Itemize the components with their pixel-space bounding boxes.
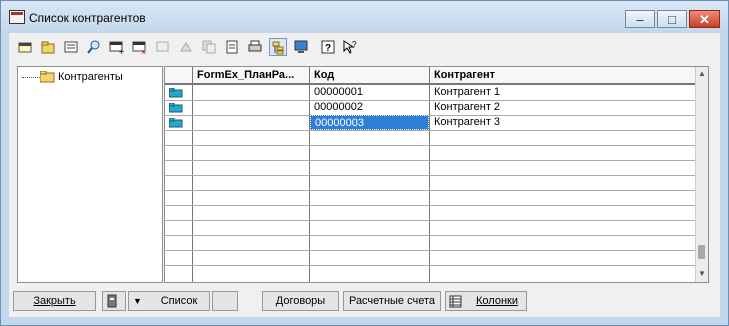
row-divider	[165, 145, 697, 146]
row-divider	[165, 205, 697, 206]
monitor-icon	[294, 40, 308, 53]
actions-button[interactable]	[102, 291, 126, 311]
new-button[interactable]	[16, 38, 34, 56]
row-name-cell[interactable]: Контрагент 3	[430, 115, 697, 130]
bottom-toolbar: Закрыть ▼ Список Договоры Расчетные счет…	[9, 291, 720, 315]
scroll-up-icon[interactable]: ▲	[698, 69, 706, 78]
context-help-icon: ?	[343, 40, 357, 54]
help-icon: ?	[321, 40, 335, 54]
add-row-icon: +	[109, 41, 124, 55]
columns-button-label: Колонки	[476, 295, 518, 307]
row-code-cell[interactable]: 00000002	[310, 100, 429, 115]
tree-panel[interactable]: Контрагенты	[17, 66, 163, 283]
row-divider	[165, 235, 697, 236]
edit-button[interactable]	[62, 38, 80, 56]
print-icon	[248, 40, 262, 52]
folder-icon	[41, 41, 55, 54]
columns-button[interactable]: Колонки	[445, 291, 527, 311]
tree-connector	[22, 77, 42, 78]
close-button[interactable]: Закрыть	[13, 291, 96, 311]
delete-row-icon: ×	[132, 41, 146, 55]
row-divider	[165, 220, 697, 221]
vertical-scrollbar[interactable]: ▲ ▼	[695, 67, 708, 282]
column-header-formex[interactable]: FormEx_ПланРа...	[193, 67, 310, 85]
blank-button[interactable]	[212, 291, 238, 311]
columns-icon	[449, 295, 462, 308]
maximize-icon: □	[668, 12, 676, 27]
copy-button[interactable]	[154, 38, 172, 56]
search-icon	[87, 40, 100, 54]
toolbar: + × ? ?	[9, 33, 720, 59]
bank-accounts-button[interactable]: Расчетные счета	[343, 291, 441, 311]
folder-open-icon	[40, 71, 55, 83]
column-header-icon[interactable]	[165, 67, 193, 85]
row-divider	[165, 130, 697, 131]
new-folder-button[interactable]	[39, 38, 57, 56]
scroll-down-icon[interactable]: ▼	[698, 269, 706, 278]
duplicate-button[interactable]	[200, 38, 218, 56]
app-icon	[9, 10, 25, 24]
row-folder-icon	[169, 88, 183, 98]
row-folder-icon	[169, 103, 183, 113]
row-folder-icon	[169, 118, 183, 128]
svg-text:×: ×	[141, 47, 146, 55]
svg-text:?: ?	[325, 43, 331, 54]
column-header-code[interactable]: Код	[310, 67, 430, 85]
contractors-table[interactable]: FormEx_ПланРа... Код Контрагент 00000001…	[164, 66, 709, 283]
row-divider	[165, 160, 697, 161]
row-name-cell[interactable]: Контрагент 2	[430, 100, 697, 115]
edit-icon	[64, 41, 78, 53]
new-icon	[18, 42, 32, 53]
title-bar[interactable]: Список контрагентов ‒ □ ✕	[1, 1, 728, 33]
search-button[interactable]	[85, 38, 103, 56]
add-row-button[interactable]: +	[108, 38, 126, 56]
hierarchy-toggle-button[interactable]	[269, 38, 287, 56]
help-button[interactable]: ?	[319, 38, 337, 56]
row-divider	[165, 250, 697, 251]
context-help-button[interactable]: ?	[341, 38, 359, 56]
row-divider	[165, 265, 697, 266]
properties-button[interactable]	[223, 38, 241, 56]
column-header-contractor[interactable]: Контрагент	[430, 67, 697, 85]
row-code-cell[interactable]: 00000001	[310, 85, 429, 100]
window-title: Список контрагентов	[29, 11, 146, 25]
list-button[interactable]: ▼ Список	[128, 291, 210, 311]
row-divider	[165, 175, 697, 176]
display-button[interactable]	[292, 38, 310, 56]
dropdown-arrow-icon: ▼	[133, 296, 142, 306]
delete-row-button[interactable]: ×	[131, 38, 149, 56]
window: Список контрагентов ‒ □ ✕ + × ? ? Контра…	[0, 0, 729, 326]
contracts-button[interactable]: Договоры	[262, 291, 339, 311]
scroll-thumb[interactable]	[698, 245, 705, 259]
print-button[interactable]	[246, 38, 264, 56]
selected-row-code-cell[interactable]: 00000003	[310, 115, 429, 130]
duplicate-icon	[202, 40, 216, 54]
properties-icon	[226, 40, 238, 54]
svg-text:?: ?	[352, 40, 357, 49]
list-button-label: Список	[160, 295, 198, 307]
close-window-button[interactable]: ✕	[689, 10, 720, 28]
move-icon	[180, 42, 192, 52]
tree-root-label[interactable]: Контрагенты	[58, 71, 123, 83]
svg-text:+: +	[119, 47, 124, 55]
move-button[interactable]	[177, 38, 195, 56]
row-name-cell[interactable]: Контрагент 1	[430, 85, 697, 100]
minimize-icon: ‒	[636, 12, 644, 27]
minimize-button[interactable]: ‒	[625, 10, 655, 28]
close-icon: ✕	[699, 12, 710, 27]
hierarchy-icon	[272, 41, 284, 55]
copy-icon	[156, 41, 169, 52]
main-panel: + × ? ? Контрагенты FormEx_ПланРа... Код…	[9, 33, 720, 317]
maximize-button[interactable]: □	[657, 10, 687, 28]
row-divider	[165, 190, 697, 191]
actions-icon	[107, 294, 117, 308]
